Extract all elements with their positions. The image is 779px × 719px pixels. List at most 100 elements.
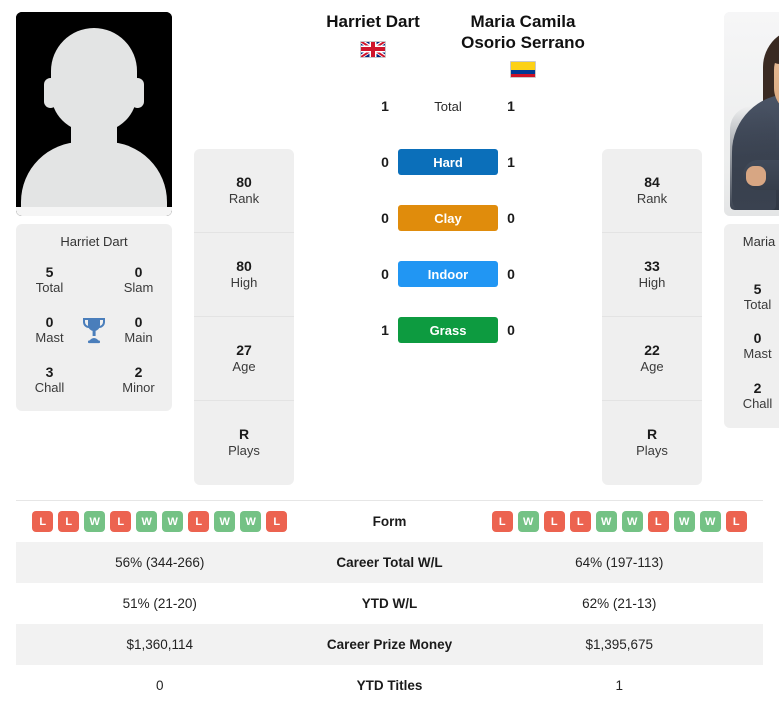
row-label-form: Form xyxy=(372,514,407,529)
h2h-grass-bar[interactable]: Grass xyxy=(398,317,498,344)
h2h-total-right: 1 xyxy=(507,98,515,115)
right-stat-age: 22 Age xyxy=(602,317,702,401)
right-stat-age-value: 22 xyxy=(644,341,660,358)
left-career-total-wl-value: 56% (344-266) xyxy=(115,555,205,570)
form-badge-w: W xyxy=(621,511,643,532)
left-prize-money-cell: $1,360,114 xyxy=(16,637,304,652)
table-row-career-prize-money: $1,360,114 Career Prize Money $1,395,675 xyxy=(16,624,763,665)
head-to-head-column: Harriet Dart Maria Camila Osorio Serrano xyxy=(294,12,602,344)
left-stat-high: 80 High xyxy=(194,233,294,317)
form-badge-l: L xyxy=(266,511,288,532)
head-to-head-rows: 1 Total 1 0 Hard 1 0 Clay 0 0 Indoor 0 1… xyxy=(353,92,543,344)
left-stat-rank-value: 80 xyxy=(236,173,252,190)
comparison-header: Harriet Dart 5 Total 0 Slam 0 Mast 0 Mai… xyxy=(0,0,779,488)
left-titles-main-value: 0 xyxy=(134,313,143,330)
right-stat-plays-label: Plays xyxy=(636,443,668,459)
left-player-photo[interactable] xyxy=(16,12,172,216)
h2h-clay-left: 0 xyxy=(381,210,389,227)
player-portrait-image xyxy=(724,12,779,216)
h2h-clay-bar[interactable]: Clay xyxy=(398,205,498,232)
left-stat-plays-label: Plays xyxy=(228,443,260,459)
h2h-hard-bar[interactable]: Hard xyxy=(398,149,498,176)
left-titles-main: 0 Main xyxy=(111,314,166,346)
player-names-row: Harriet Dart Maria Camila Osorio Serrano xyxy=(298,12,598,79)
left-titles-total: 5 Total xyxy=(22,264,77,296)
left-titles-total-label: Total xyxy=(35,280,64,296)
row-label-career-total-wl: Career Total W/L xyxy=(336,555,443,570)
flag-co-icon xyxy=(510,61,536,79)
left-form-strip: LLWLWWLWWL xyxy=(32,511,288,532)
row-label-ytd-titles: YTD Titles xyxy=(356,678,423,693)
left-titles-main-label: Main xyxy=(124,330,153,346)
h2h-total-left: 1 xyxy=(381,98,389,115)
right-titles-mast-value: 0 xyxy=(753,330,762,347)
left-stat-age-value: 27 xyxy=(236,341,252,358)
h2h-indoor-left: 0 xyxy=(381,266,389,283)
row-label-career-prize-money: Career Prize Money xyxy=(326,637,453,652)
right-career-total-wl-cell: 64% (197-113) xyxy=(476,555,764,570)
left-stat-rank-label: Rank xyxy=(228,190,260,206)
right-stat-plays: R Plays xyxy=(602,401,702,485)
h2h-row-total: 1 Total 1 xyxy=(353,92,543,120)
comparison-table: LLWLWWLWWL Form LWLLWWLWWL 56% (344-266)… xyxy=(16,500,763,706)
left-titles-minor-label: Minor xyxy=(122,379,155,395)
right-player-name-block: Maria Camila Osorio Serrano xyxy=(448,12,598,79)
right-stat-plays-value: R xyxy=(646,426,658,443)
right-player-name[interactable]: Maria Camila Osorio Serrano xyxy=(448,12,598,53)
form-badge-w: W xyxy=(517,511,539,532)
left-titles-slam-value: 0 xyxy=(134,264,143,281)
right-stat-rank-label: Rank xyxy=(636,190,668,206)
form-badge-l: L xyxy=(569,511,591,532)
right-stat-high-label: High xyxy=(638,274,666,290)
right-player-photo[interactable] xyxy=(724,12,779,216)
left-stat-age: 27 Age xyxy=(194,317,294,401)
h2h-row-clay: 0 Clay 0 xyxy=(353,204,543,232)
right-stat-high: 33 High xyxy=(602,233,702,317)
right-titles-grid: 5 Total 0 Slam 0 Mast xyxy=(730,281,779,412)
left-career-total-wl-cell: 56% (344-266) xyxy=(16,555,304,570)
form-badge-w: W xyxy=(699,511,721,532)
right-prize-money-value: $1,395,675 xyxy=(585,637,654,652)
right-stat-high-value: 33 xyxy=(644,257,660,274)
form-badge-w: W xyxy=(84,511,106,532)
h2h-row-indoor: 0 Indoor 0 xyxy=(353,260,543,288)
right-titles-mast-label: Mast xyxy=(743,346,772,362)
left-stat-plays: R Plays xyxy=(194,401,294,485)
left-stat-rank: 80 Rank xyxy=(194,149,294,233)
form-badge-w: W xyxy=(595,511,617,532)
left-ytd-titles-value: 0 xyxy=(155,678,164,693)
right-ytd-wl-value: 62% (21-13) xyxy=(582,596,657,611)
left-player-name[interactable]: Harriet Dart xyxy=(298,12,448,33)
left-titles-chall: 3 Chall xyxy=(22,364,77,396)
right-stat-rank: 84 Rank xyxy=(602,149,702,233)
left-titles-chall-label: Chall xyxy=(34,379,65,395)
form-badge-w: W xyxy=(214,511,236,532)
h2h-indoor-bar[interactable]: Indoor xyxy=(398,261,498,288)
left-player-name-block: Harriet Dart xyxy=(298,12,448,58)
right-titles-total-value: 5 xyxy=(753,280,762,297)
left-titles-grid: 5 Total 0 Slam 0 Mast 0 Main 3 Chall 2 M… xyxy=(22,264,166,395)
form-badge-l: L xyxy=(58,511,80,532)
left-stat-age-label: Age xyxy=(232,358,256,374)
h2h-total-label: Total xyxy=(434,98,462,114)
h2h-grass-left: 1 xyxy=(381,322,389,339)
left-titles-mast-value: 0 xyxy=(45,313,54,330)
h2h-row-hard: 0 Hard 1 xyxy=(353,148,543,176)
right-titles-chall: 2 Chall xyxy=(730,380,779,412)
left-prize-money-value: $1,360,114 xyxy=(126,637,194,652)
right-titles-chall-label: Chall xyxy=(742,395,773,411)
h2h-grass-right: 0 xyxy=(507,322,515,339)
form-badge-l: L xyxy=(32,511,54,532)
left-titles-mast: 0 Mast xyxy=(22,314,77,346)
right-prize-money-cell: $1,395,675 xyxy=(476,637,764,652)
form-badge-w: W xyxy=(136,511,158,532)
form-badge-w: W xyxy=(673,511,695,532)
left-form-cell: LLWLWWLWWL xyxy=(16,511,304,532)
right-ytd-titles-cell: 1 xyxy=(476,678,764,693)
form-badge-l: L xyxy=(725,511,747,532)
h2h-row-grass: 1 Grass 0 xyxy=(353,316,543,344)
left-titles-chall-value: 3 xyxy=(45,363,54,380)
trophy-icon xyxy=(77,316,111,344)
right-player-titles-card: Maria Camila Osorio Serrano 5 Total 0 Sl… xyxy=(724,224,779,428)
left-player-column: Harriet Dart 5 Total 0 Slam 0 Mast 0 Mai… xyxy=(16,12,172,412)
